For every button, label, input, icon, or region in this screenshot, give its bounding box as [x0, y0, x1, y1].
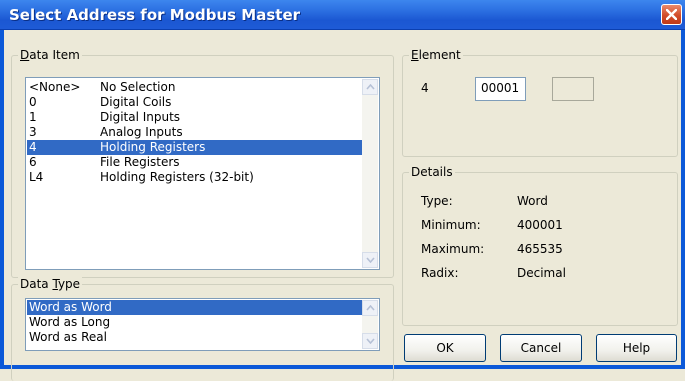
data-type-list[interactable]: Word as Word Word as Long Word as Real	[25, 298, 380, 351]
details-label: Radix:	[421, 266, 459, 280]
data-item-row[interactable]: <None> No Selection	[27, 80, 362, 95]
data-type-legend: Data Type	[18, 277, 83, 291]
ok-button[interactable]: OK	[404, 334, 486, 362]
data-item-name: Digital Coils	[100, 95, 172, 109]
help-button[interactable]: Help	[596, 334, 677, 362]
cancel-button[interactable]: Cancel	[500, 334, 582, 362]
details-value: 400001	[517, 218, 563, 232]
chevron-up-icon	[366, 84, 375, 90]
element-address-input[interactable]: 00001	[475, 77, 526, 101]
element-group: Element 4 00001	[402, 48, 678, 157]
data-type-row[interactable]: Word as Real	[27, 330, 362, 345]
scroll-down-button[interactable]	[362, 252, 378, 268]
chevron-up-icon	[366, 305, 375, 311]
data-item-row[interactable]: L4 Holding Registers (32-bit)	[27, 170, 362, 185]
data-item-name: Holding Registers (32-bit)	[100, 170, 254, 184]
data-item-name: File Registers	[100, 155, 180, 169]
data-item-name: No Selection	[100, 80, 176, 94]
data-type-group: Data Type Word as Word Word as Long Word a…	[11, 277, 394, 381]
details-legend: Details	[409, 165, 455, 179]
details-value: 465535	[517, 242, 563, 256]
data-item-row[interactable]: 4 Holding Registers	[27, 140, 362, 155]
data-item-name: Digital Inputs	[100, 110, 181, 124]
element-prefix: 4	[421, 81, 429, 95]
data-item-row[interactable]: 1 Digital Inputs	[27, 110, 362, 125]
details-label: Minimum:	[421, 218, 481, 232]
data-item-code: 0	[29, 95, 37, 109]
data-type-row[interactable]: Word as Long	[27, 315, 362, 330]
dialog-body: Data Item <None> No Selection 0 Digital Coi…	[0, 30, 685, 381]
data-item-group: Data Item <None> No Selection 0 Digital Coi…	[11, 48, 394, 278]
data-item-code: 3	[29, 125, 37, 139]
details-label: Maximum:	[421, 242, 485, 256]
data-item-row[interactable]: 3 Analog Inputs	[27, 125, 362, 140]
type-scroll-down-button[interactable]	[362, 333, 378, 349]
chevron-down-icon	[366, 257, 375, 263]
data-item-legend: Data Item	[18, 48, 82, 62]
data-item-code: L4	[29, 170, 44, 184]
data-type-row[interactable]: Word as Word	[27, 300, 362, 315]
window-title: Select Address for Modbus Master	[9, 6, 301, 24]
data-item-row[interactable]: 6 File Registers	[27, 155, 362, 170]
close-icon	[666, 9, 677, 20]
data-item-scrollbar[interactable]	[362, 79, 378, 268]
data-item-name: Analog Inputs	[100, 125, 183, 139]
element-legend: Element	[409, 48, 463, 62]
data-item-name: Holding Registers	[100, 140, 206, 154]
details-value: Decimal	[517, 266, 566, 280]
details-value: Word	[517, 194, 548, 208]
title-bar[interactable]: Select Address for Modbus Master	[0, 0, 685, 30]
details-group: Details Type: Word Minimum: 400001 Maximum: 4…	[402, 165, 678, 326]
data-item-list[interactable]: <None> No Selection 0 Digital Coils 1 Digital…	[25, 77, 380, 270]
element-extra-input	[552, 77, 594, 101]
data-item-code: 1	[29, 110, 37, 124]
data-item-code: 4	[29, 140, 37, 154]
details-label: Type:	[421, 194, 453, 208]
chevron-down-icon	[366, 338, 375, 344]
data-item-code: 6	[29, 155, 37, 169]
data-item-code: <None>	[29, 80, 81, 94]
type-scroll-up-button[interactable]	[362, 300, 378, 316]
close-button[interactable]	[661, 4, 682, 25]
scroll-up-button[interactable]	[362, 79, 378, 95]
data-type-scrollbar[interactable]	[362, 300, 378, 349]
data-item-row[interactable]: 0 Digital Coils	[27, 95, 362, 110]
